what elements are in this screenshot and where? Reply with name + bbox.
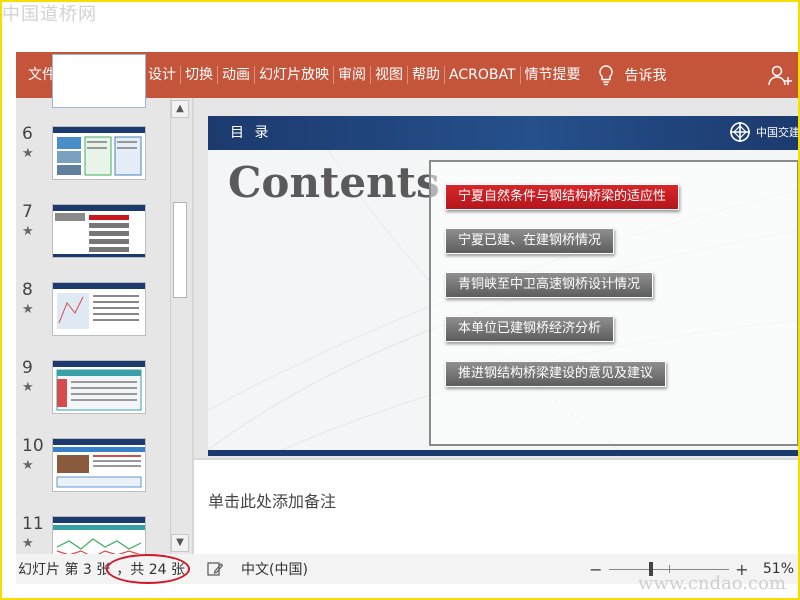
thumbnail-scrollbar[interactable]: ▲ ▼	[170, 98, 189, 554]
slide-footer-bar	[208, 450, 800, 456]
slide-number: 6	[22, 124, 33, 144]
slide-thumbnail-image	[52, 54, 146, 108]
notes-pane[interactable]: 单击此处添加备注	[194, 458, 800, 556]
editor-area: 6 ★ 7 ★ 8 ★ 9 ★ 10 ★ 11 ★ ▲ ▼ 目 录 中国交建 C…	[16, 54, 800, 570]
zoom-out-button[interactable]: −	[589, 560, 603, 579]
contents-heading: Contents	[228, 158, 440, 207]
watermark-top: 中国道桥网	[2, 4, 97, 25]
slide-total: ，共 24 张	[106, 554, 191, 584]
slide-thumbnail[interactable]: 6 ★	[16, 124, 188, 196]
user-plus-icon[interactable]	[768, 64, 794, 86]
tab-slideshow[interactable]: 幻灯片放映	[255, 52, 333, 98]
toc-item[interactable]: 本单位已建钢桥经济分析	[445, 316, 615, 342]
tab-help[interactable]: 帮助	[408, 52, 444, 98]
slide-thumbnail-image	[52, 360, 146, 414]
slide-header-bar: 目 录 中国交建	[208, 116, 800, 150]
lightbulb-icon	[598, 65, 613, 86]
language-indicator[interactable]: 中文(中国)	[241, 559, 308, 579]
animation-star-icon: ★	[22, 302, 34, 317]
tab-storyboard[interactable]: 情节提要	[521, 52, 585, 98]
toc-container: 宁夏自然条件与钢结构桥梁的适应性 宁夏已建、在建钢桥情况 青铜峡至中卫高速钢桥设…	[429, 160, 799, 446]
toc-item[interactable]: 宁夏已建、在建钢桥情况	[445, 228, 615, 254]
scroll-down-arrow-icon[interactable]: ▼	[171, 534, 189, 552]
slide-number: 8	[22, 280, 33, 300]
notes-edit-icon[interactable]	[207, 561, 223, 577]
animation-star-icon: ★	[22, 224, 34, 239]
highlight-circle	[106, 554, 191, 584]
toc-item[interactable]: 推进钢结构桥梁建设的意见及建议	[445, 361, 667, 387]
toc-item[interactable]: 青铜峡至中卫高速钢桥设计情况	[445, 272, 654, 298]
slide-number: 7	[22, 202, 33, 222]
slide-thumbnail-image	[52, 438, 146, 492]
slide-thumbnail-image	[52, 204, 146, 258]
tell-me-search[interactable]: 告诉我	[597, 64, 667, 86]
tab-animations[interactable]: 动画	[218, 52, 254, 98]
slide-number: 9	[22, 358, 33, 378]
zoom-slider-center-tick	[668, 564, 670, 573]
slide-indicator[interactable]: 幻灯片 第 3 张	[18, 559, 110, 579]
slide-thumbnail-image	[52, 126, 146, 180]
slide-thumbnail-image	[52, 282, 146, 336]
company-logo: 中国交建	[728, 120, 800, 144]
slide-thumbnail[interactable]: 8 ★	[16, 280, 188, 352]
notes-placeholder[interactable]: 单击此处添加备注	[208, 488, 336, 512]
logo-mark-icon	[730, 122, 750, 142]
tab-acrobat[interactable]: ACROBAT	[445, 52, 520, 98]
slide-number: 10	[22, 436, 44, 456]
watermark-bottom: www.cndao.com	[638, 573, 786, 594]
scrollbar-thumb[interactable]	[173, 202, 187, 298]
slide-canvas[interactable]: 目 录 中国交建 Contents 宁夏自然条件与钢结构桥梁的适应性 宁夏已建、…	[208, 116, 800, 456]
animation-star-icon: ★	[22, 146, 34, 161]
tab-review[interactable]: 审阅	[334, 52, 370, 98]
zoom-slider[interactable]	[608, 561, 729, 576]
slide-title: 目 录	[230, 125, 272, 141]
animation-star-icon: ★	[22, 536, 34, 551]
slide-thumbnail-partial[interactable]	[16, 54, 188, 124]
slide-thumbnail[interactable]: 9 ★	[16, 358, 188, 430]
slide-thumbnail[interactable]: 7 ★	[16, 202, 188, 274]
slide-number: 11	[22, 514, 44, 534]
logo-text: 中国交建	[756, 126, 800, 139]
slide-thumbnail[interactable]: 10 ★	[16, 436, 188, 508]
tab-view[interactable]: 视图	[371, 52, 407, 98]
animation-star-icon: ★	[22, 380, 34, 395]
animation-star-icon: ★	[22, 458, 34, 473]
slide-thumbnail-pane[interactable]: 6 ★ 7 ★ 8 ★ 9 ★ 10 ★ 11 ★ ▲ ▼	[16, 54, 189, 570]
scroll-up-arrow-icon[interactable]: ▲	[171, 100, 189, 118]
toc-item-active[interactable]: 宁夏自然条件与钢结构桥梁的适应性	[445, 184, 680, 210]
tell-me-label: 告诉我	[624, 68, 667, 84]
